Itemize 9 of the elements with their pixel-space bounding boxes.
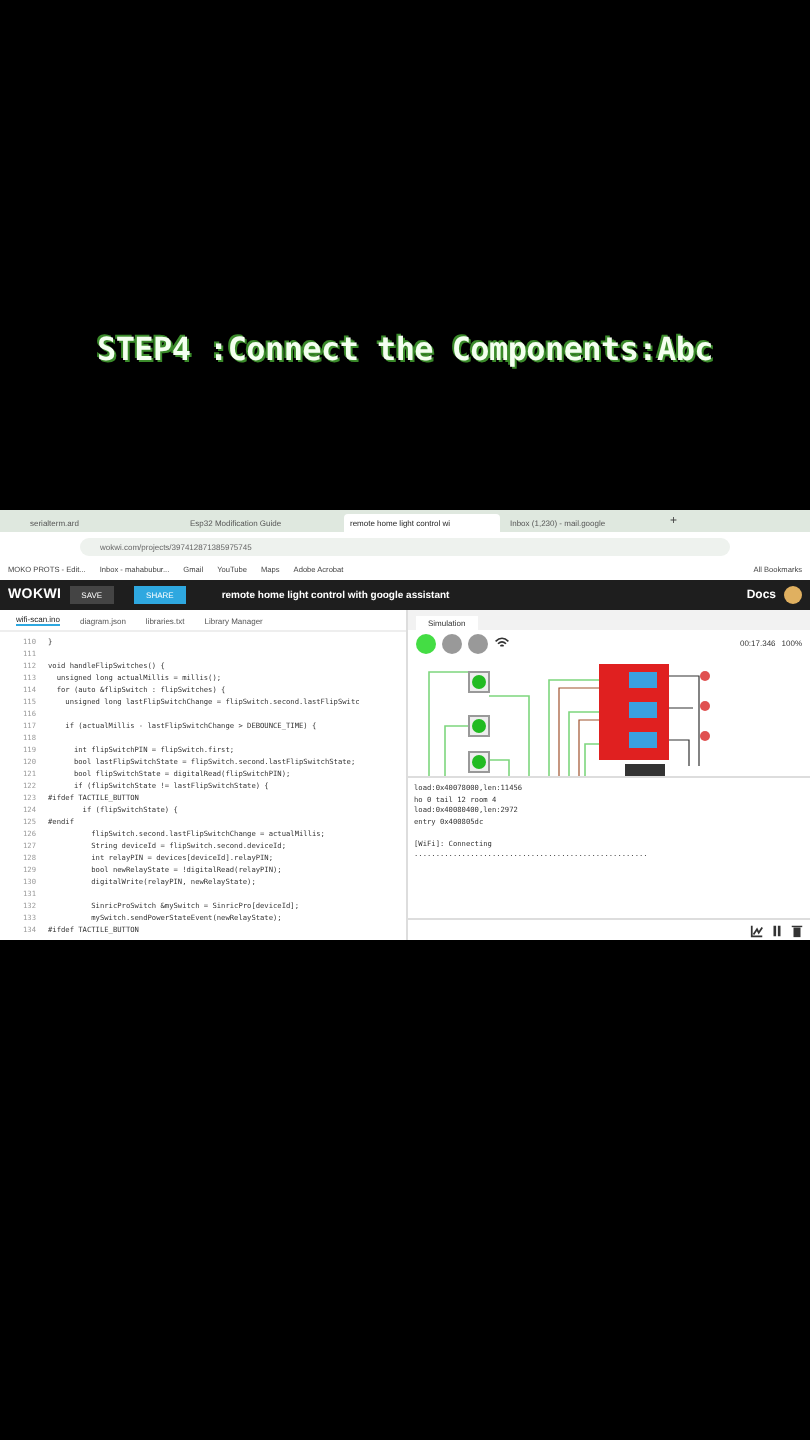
stop-button[interactable] bbox=[442, 633, 462, 653]
chart-icon[interactable] bbox=[750, 923, 764, 937]
video-caption: STEP4 :Connect the Components:Abc bbox=[97, 330, 713, 370]
trash-icon[interactable] bbox=[790, 923, 804, 937]
restart-button[interactable] bbox=[416, 633, 436, 653]
avatar[interactable] bbox=[784, 586, 802, 604]
wifi-icon bbox=[494, 636, 510, 650]
pause-button[interactable] bbox=[468, 633, 488, 653]
pause-icon[interactable] bbox=[770, 923, 784, 937]
